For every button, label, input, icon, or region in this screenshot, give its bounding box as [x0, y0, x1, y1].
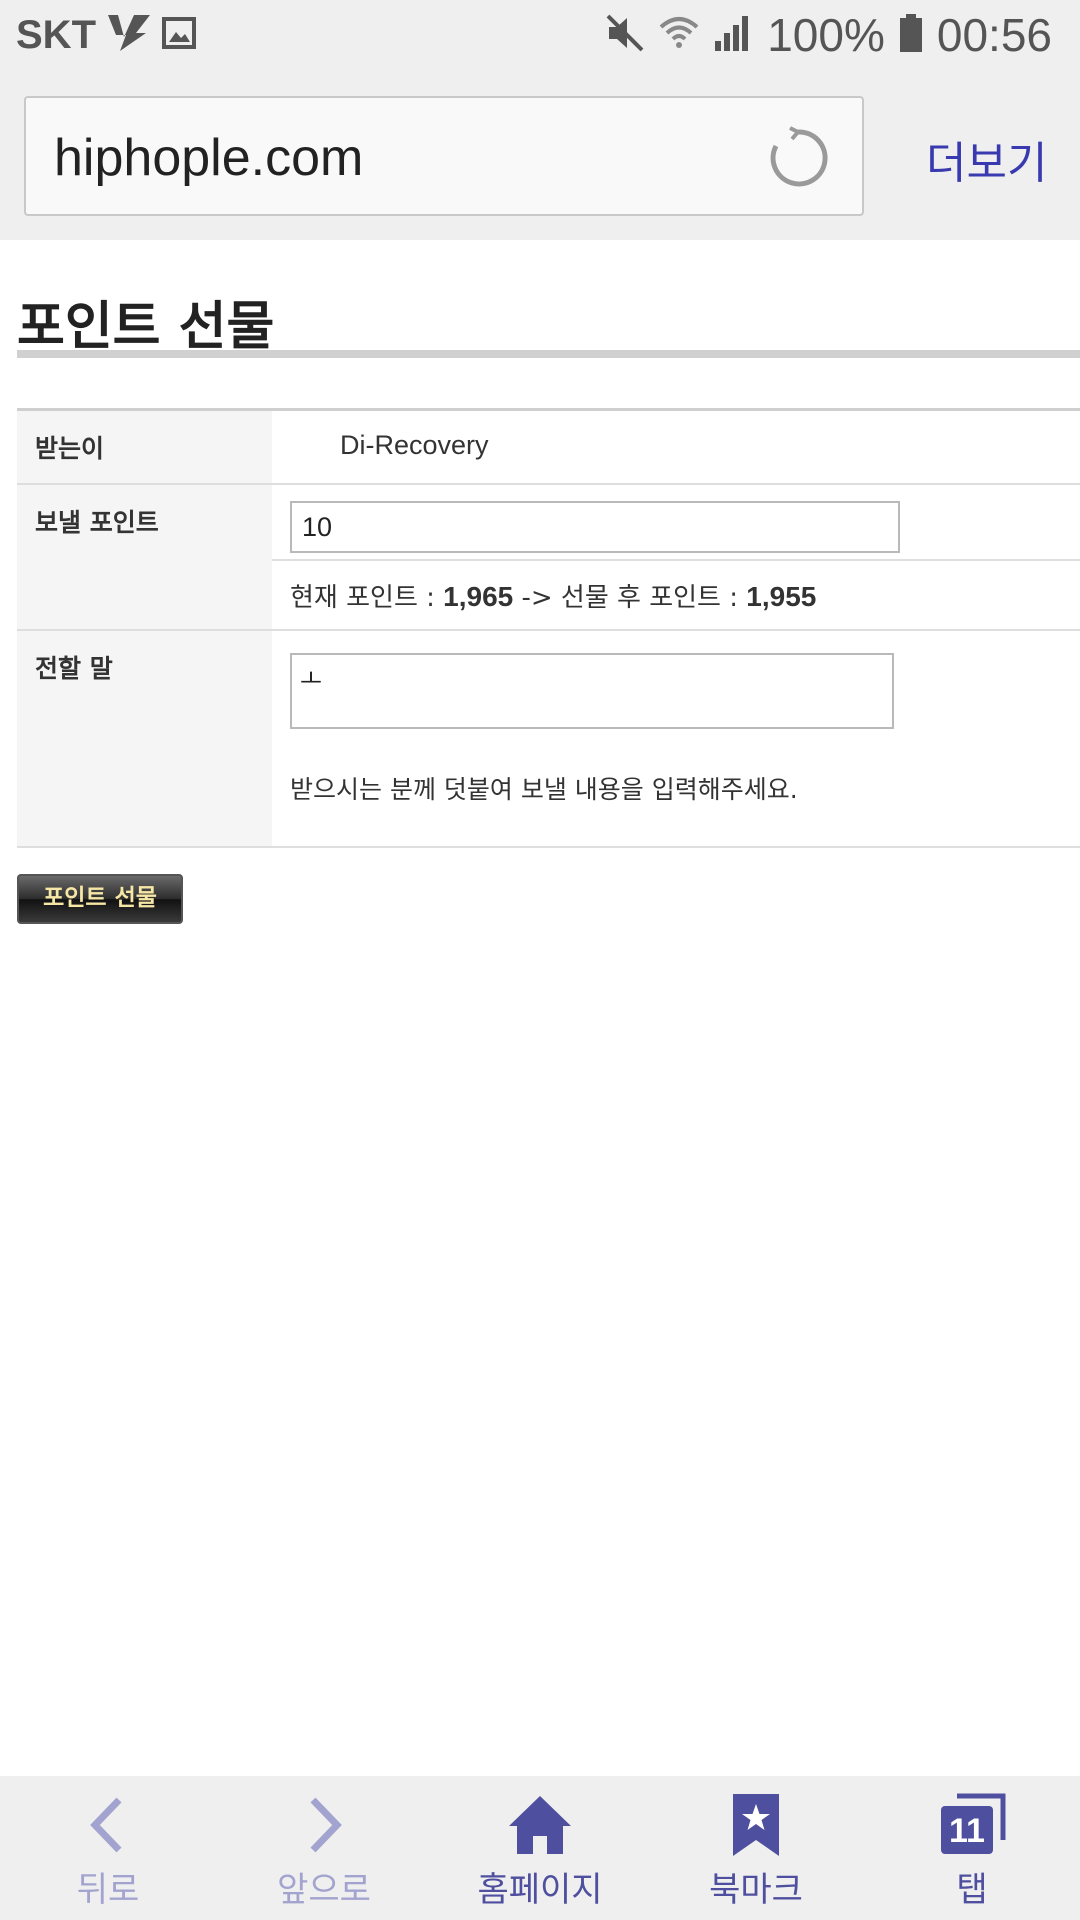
back-button[interactable]: 뒤로	[0, 1776, 216, 1920]
after-points-value: 1,955	[746, 581, 817, 612]
points-label: 보낼 포인트	[17, 485, 272, 629]
tabs-button[interactable]: 11 탭	[864, 1776, 1080, 1920]
status-bar: SKT 100% 00:56	[0, 0, 1080, 72]
battery-percent: 100%	[767, 9, 885, 61]
current-points-text: 현재 포인트 :	[290, 583, 444, 613]
url-bar[interactable]: hiphople.com	[24, 96, 864, 216]
points-input[interactable]	[290, 501, 900, 553]
forward-arrow-icon	[289, 1792, 359, 1858]
carrier-label: SKT	[16, 12, 96, 57]
bottom-nav: 뒤로 앞으로 홈페이지 북마크 11 탭	[0, 1776, 1080, 1920]
points-info: 현재 포인트 : 1,965 -> 선물 후 포인트 : 1,955	[272, 561, 1080, 629]
signal-icon	[713, 13, 753, 57]
url-text[interactable]: hiphople.com	[54, 128, 363, 188]
home-icon	[505, 1792, 575, 1858]
bookmark-label: 북마크	[709, 1870, 803, 1910]
back-arrow-icon	[73, 1792, 143, 1858]
forward-label: 앞으로	[277, 1870, 371, 1910]
points-row: 보낼 포인트 현재 포인트 : 1,965 -> 선물 후 포인트 : 1,95…	[17, 485, 1080, 631]
mute-icon	[605, 13, 645, 57]
page-title: 포인트 선물	[17, 297, 275, 357]
back-label: 뒤로	[76, 1870, 140, 1910]
forward-button[interactable]: 앞으로	[216, 1776, 432, 1920]
browser-toolbar: hiphople.com 더보기	[0, 72, 1080, 240]
recipient-row: 받는이 Di-Recovery	[17, 411, 1080, 485]
recipient-label: 받는이	[17, 411, 272, 483]
message-label: 전할 말	[17, 631, 272, 846]
clock: 00:56	[936, 9, 1052, 61]
current-points-value: 1,965	[443, 581, 514, 612]
wifi-icon	[659, 13, 699, 57]
gift-points-button[interactable]: 포인트 선물	[17, 874, 183, 924]
page-content: 포인트 선물 받는이 Di-Recovery 보낼 포인트 현재 포인트 : 1…	[17, 240, 1080, 924]
home-label: 홈페이지	[477, 1870, 603, 1910]
message-row: 전할 말 ㅗ 받으시는 분께 덧붙여 보낼 내용을 입력해주세요.	[17, 631, 1080, 848]
message-help-text: 받으시는 분께 덧붙여 보낼 내용을 입력해주세요.	[290, 775, 798, 804]
tab-count: 11	[949, 1812, 985, 1850]
battery-icon	[899, 13, 923, 57]
home-button[interactable]: 홈페이지	[432, 1776, 648, 1920]
message-input[interactable]: ㅗ	[290, 653, 894, 729]
recipient-value: Di-Recovery	[340, 430, 489, 460]
gift-form: 받는이 Di-Recovery 보낼 포인트 현재 포인트 : 1,965 ->…	[17, 408, 1080, 848]
bookmark-icon	[721, 1792, 791, 1858]
more-button[interactable]: 더보기	[926, 127, 1047, 191]
reload-icon[interactable]	[766, 126, 830, 190]
bookmark-button[interactable]: 북마크	[648, 1776, 864, 1920]
volte-icon	[106, 13, 152, 57]
after-points-text: -> 선물 후 포인트 :	[513, 583, 747, 613]
gallery-icon	[162, 16, 196, 54]
tabs-label: 탭	[956, 1870, 988, 1910]
